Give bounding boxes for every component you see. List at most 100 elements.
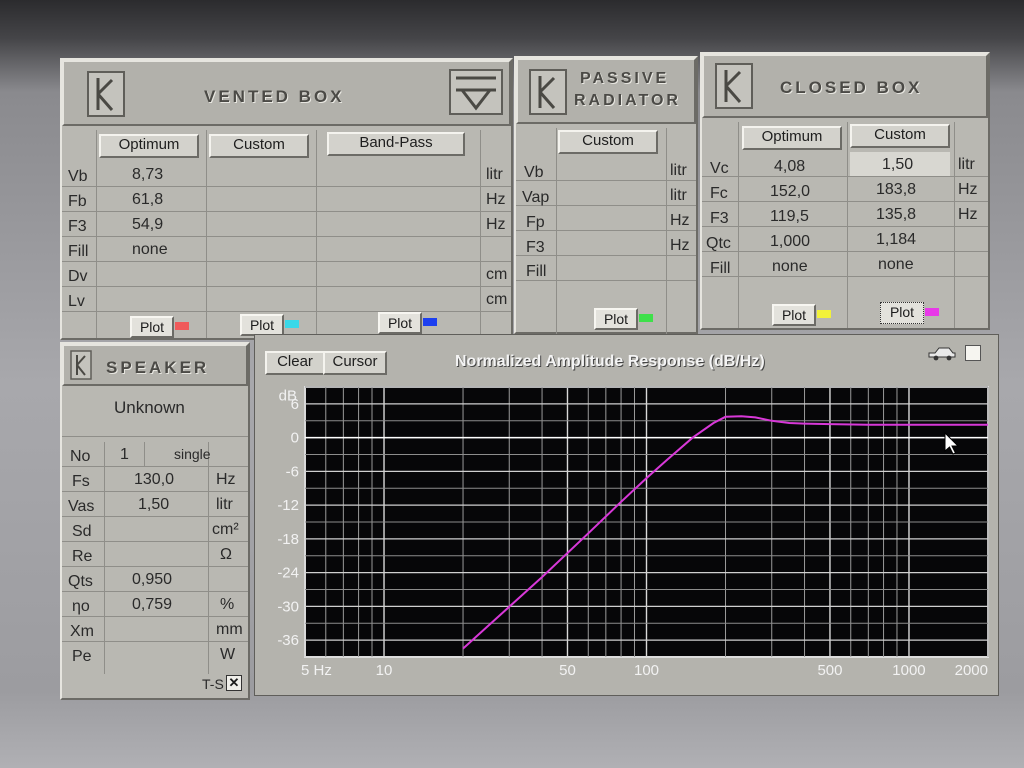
passive-unit: litr	[670, 187, 687, 204]
closed-row-label: Fc	[710, 185, 728, 202]
closed-optimum-color-swatch	[817, 310, 831, 318]
vented-row-label: Dv	[68, 268, 88, 285]
speaker-row-label: Qts	[68, 573, 93, 590]
x-tick-label: 2000	[955, 662, 988, 679]
vented-box-header: VENTED BOX	[62, 60, 511, 126]
passive-unit: Hz	[670, 212, 690, 229]
speaker-unit: cm²	[212, 521, 239, 538]
speaker-row-label: Sd	[72, 523, 92, 540]
passive-row-label: Vb	[524, 164, 544, 181]
passive-unit: Hz	[670, 237, 690, 254]
speaker-unit: mm	[216, 621, 243, 638]
vented-bandpass-button[interactable]: Band-Pass	[327, 132, 465, 156]
vented-optimum-value: 8,73	[132, 166, 164, 183]
vented-row-label: Fill	[68, 243, 89, 260]
vented-row-label: Lv	[68, 293, 85, 310]
x-tick-label: 10	[376, 662, 393, 679]
closed-custom-button[interactable]: Custom	[850, 124, 950, 148]
x-tick-label: 500	[817, 662, 842, 679]
closed-custom-color-swatch	[925, 308, 939, 316]
y-tick-label: -24	[277, 565, 299, 582]
vented-optimum-value: 54,9	[132, 216, 164, 233]
speaker-unit: single	[174, 446, 211, 462]
vented-bandpass-plot-button[interactable]: Plot	[378, 312, 422, 334]
closed-row-label: Vc	[710, 160, 729, 177]
closed-row-label: Qtc	[706, 235, 731, 252]
speaker-panel: SPEAKER Unknown No Fs Vas Sd Re Qts ηo X…	[60, 342, 250, 700]
closed-optimum-value: 4,08	[774, 158, 806, 175]
passive-row-label: Fp	[526, 214, 545, 231]
y-tick-label: -6	[286, 463, 299, 480]
speaker-value[interactable]: 1	[120, 446, 129, 464]
vented-optimum-value: none	[132, 241, 168, 258]
vented-box-panel: VENTED BOX Optimum Custom Band-Pass Vb F…	[60, 58, 513, 340]
passive-row-label: F3	[526, 239, 545, 256]
closed-unit: Hz	[958, 206, 978, 223]
closed-custom-plot-button[interactable]: Plot	[880, 302, 924, 324]
passive-radiator-title-line1: PASSIVE	[580, 70, 670, 87]
closed-box-header: CLOSED BOX	[702, 54, 988, 118]
ts-checkbox[interactable]: ✕	[226, 675, 242, 691]
vented-unit: Hz	[486, 191, 506, 208]
passive-unit: litr	[670, 162, 687, 179]
speaker-logo-icon	[70, 350, 92, 380]
box-logo-icon	[529, 69, 567, 115]
passive-custom-button[interactable]: Custom	[558, 130, 658, 154]
speaker-value[interactable]: 130,0	[134, 471, 174, 489]
vented-unit: cm	[486, 266, 508, 283]
vented-optimum-plot-button[interactable]: Plot	[130, 316, 174, 338]
speaker-unit: W	[220, 646, 236, 663]
closed-row-label: F3	[710, 210, 729, 227]
speaker-unit: litr	[216, 496, 233, 513]
vented-optimum-color-swatch	[175, 322, 189, 330]
chart-panel: Clear Cursor Normalized Amplitude Respon…	[254, 334, 999, 696]
closed-optimum-plot-button[interactable]: Plot	[772, 304, 816, 326]
y-tick-label: -30	[277, 598, 299, 615]
y-tick-label: -18	[277, 531, 299, 548]
box-logo-icon	[87, 71, 125, 117]
box-logo-icon	[715, 63, 753, 109]
speaker-row-label: Xm	[70, 623, 94, 640]
vented-custom-color-swatch	[285, 320, 299, 328]
checkbox-x-icon: ✕	[228, 675, 240, 690]
speaker-unit: %	[220, 596, 235, 613]
x-tick-label: 50	[559, 662, 576, 679]
speaker-row-label: Vas	[68, 498, 95, 515]
amplitude-chart[interactable]: dB60-6-12-18-24-30-365 Hz 10 50 100 500 1000 2…	[255, 335, 998, 695]
closed-optimum-value: 119,5	[770, 208, 809, 225]
speaker-row-label: No	[70, 448, 91, 465]
vented-optimum-value: 61,8	[132, 191, 164, 208]
x-tick-label: 1000	[892, 662, 925, 679]
vented-unit: cm	[486, 291, 508, 308]
x-tick-label: 100	[634, 662, 659, 679]
speaker-row-label: Pe	[72, 648, 92, 665]
passive-radiator-title-line2: RADIATOR	[574, 92, 681, 109]
vented-custom-plot-button[interactable]: Plot	[240, 314, 284, 336]
speaker-unit: Ω	[220, 546, 232, 563]
vented-bandpass-color-swatch	[423, 318, 437, 326]
closed-unit: Hz	[958, 181, 978, 198]
x-tick-label: 5 Hz	[301, 662, 332, 679]
passive-plot-button[interactable]: Plot	[594, 308, 638, 330]
vented-row-label: Fb	[68, 193, 87, 210]
closed-custom-value: none	[878, 256, 914, 273]
passive-color-swatch	[639, 314, 653, 322]
passive-row-label: Vap	[522, 189, 550, 206]
speaker-header: SPEAKER	[62, 344, 248, 386]
vented-port-icon	[449, 69, 503, 115]
closed-optimum-button[interactable]: Optimum	[742, 126, 842, 150]
vented-optimum-button[interactable]: Optimum	[99, 134, 199, 158]
speaker-row-label: Fs	[72, 473, 90, 490]
y-tick-label: 6	[291, 396, 299, 413]
passive-row-label: Fill	[526, 263, 547, 280]
speaker-value[interactable]: 1,50	[138, 496, 169, 514]
closed-custom-value: 135,8	[876, 206, 917, 223]
closed-custom-value: 1,184	[876, 231, 917, 248]
vented-row-label: Vb	[68, 168, 88, 185]
vented-custom-button[interactable]: Custom	[209, 134, 309, 158]
speaker-title: SPEAKER	[106, 358, 210, 377]
speaker-value[interactable]: 0,759	[132, 596, 172, 614]
speaker-value[interactable]: 0,950	[132, 571, 172, 589]
passive-radiator-header: PASSIVE RADIATOR	[516, 58, 696, 124]
closed-custom-value: 183,8	[876, 181, 917, 198]
